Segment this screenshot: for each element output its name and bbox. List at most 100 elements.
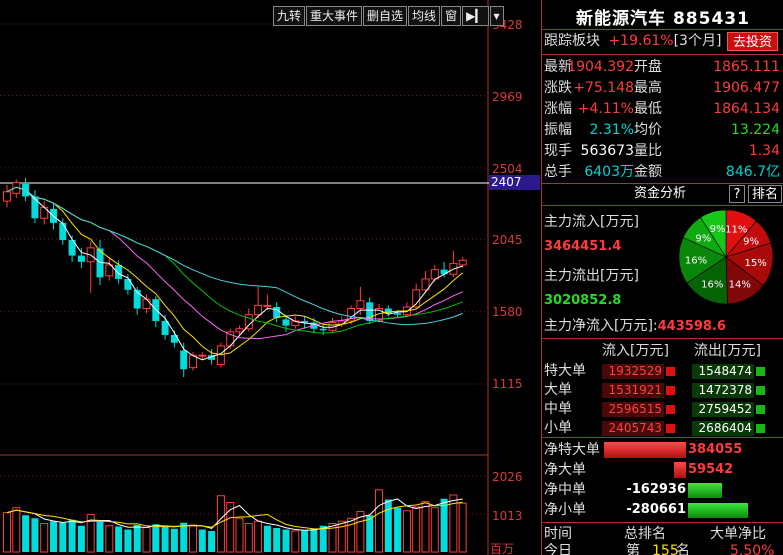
flow-row: 小单 2405743 2686404 (544, 419, 783, 438)
kline-chart[interactable] (0, 0, 540, 555)
track-value: +19.61% (608, 33, 674, 49)
flow-label: 小单 (544, 420, 572, 436)
candle-body (394, 313, 402, 315)
candle-body (254, 304, 263, 316)
flow-out-value: 1472378 (692, 383, 754, 398)
volume-bar (458, 502, 467, 553)
volume-bar (319, 525, 327, 552)
candle-body (235, 328, 244, 333)
current-price-tag: 2407 (489, 175, 540, 190)
net-label: 净中单 (544, 482, 586, 498)
net-bar (604, 442, 686, 458)
dropdown-arrow-icon[interactable]: ▾ (489, 6, 504, 26)
pie-slice-label: 9% (710, 224, 726, 235)
volume-bar (310, 528, 318, 552)
remove-watchlist-button[interactable]: 删自选 (363, 6, 408, 26)
in-square-icon (666, 386, 675, 395)
pie-slice-label: 11% (725, 225, 747, 236)
main-inflow-label: 主力流入[万元] (544, 214, 639, 230)
volume-bar (152, 524, 160, 552)
candle-body (142, 298, 151, 310)
volume-bar (208, 530, 216, 552)
volume-unit: 百万 (490, 542, 515, 555)
expand-panel-icon[interactable]: ▶▎ (462, 6, 489, 26)
quote-label: 最低 (634, 101, 662, 117)
net-bar (688, 483, 722, 498)
in-square-icon (666, 405, 675, 414)
pie-slice-label: 15% (745, 258, 767, 269)
volume-bar (402, 510, 411, 553)
quote-label: 开盘 (634, 59, 662, 75)
rank-time: 今日 (544, 543, 572, 555)
candle-body (40, 206, 49, 219)
main-outflow-value: 3020852.8 (544, 293, 622, 308)
volume-bar (366, 515, 374, 552)
volume-bar (282, 529, 290, 552)
quote-value: +4.11% (577, 101, 634, 117)
flow-in-value: 1932529 (602, 364, 664, 379)
candle-body (282, 319, 290, 326)
kline-chart-area[interactable]: 3428 2969 2504 2045 1580 1115 2407 2026 … (0, 0, 540, 555)
fund-pie-chart: 11%9%15%14%16%16%9%9% (678, 209, 774, 305)
candle-body (356, 300, 365, 310)
big-net-ratio: 5.50% (730, 543, 775, 555)
volume-bar (170, 528, 178, 552)
quote-value: 846.7亿 (725, 164, 780, 180)
flow-label: 中单 (544, 401, 572, 417)
pie-slice-label: 16% (685, 255, 707, 266)
volume-bar (133, 524, 141, 552)
net-value: 59542 (688, 462, 734, 477)
candle-body (263, 304, 272, 307)
flow-label: 大单 (544, 382, 572, 398)
candle-body (115, 264, 123, 279)
price-tick: 2045 (492, 233, 523, 247)
jiuzhuan-button[interactable]: 九转 (273, 6, 306, 26)
in-square-icon (666, 424, 675, 433)
volume-bar (161, 526, 169, 552)
volume-bar (124, 529, 132, 552)
volume-bar (31, 518, 39, 552)
net-label: 净小单 (544, 502, 586, 518)
major-events-button[interactable]: 重大事件 (306, 6, 363, 26)
flow-in-value: 2405743 (602, 421, 664, 436)
flow-row: 大单 1531921 1472378 (544, 381, 783, 400)
volume-bar (198, 529, 206, 552)
flow-row: 特大单 1932529 1548474 (544, 362, 783, 381)
volume-bar (12, 507, 21, 553)
window-button[interactable]: 窗 (441, 6, 462, 26)
out-square-icon (756, 367, 765, 376)
net-row: 净特大单 384055 (544, 440, 783, 460)
net-row: 净小单 -280661 (544, 500, 783, 520)
quote-label: 涨跌 (544, 80, 572, 96)
volume-bar (189, 524, 197, 553)
net-value: -280661 (626, 502, 686, 517)
tab-fund-analysis[interactable]: 资金分析 (634, 184, 686, 204)
candle-body (3, 191, 11, 202)
out-square-icon (756, 424, 765, 433)
time-header: 时间 (544, 526, 572, 542)
quote-row: 涨幅 +4.11% 最低 1864.134 (544, 99, 782, 120)
flow-label: 特大单 (544, 363, 586, 379)
volume-bar (59, 522, 67, 552)
volume-bar (384, 499, 392, 552)
volume-bar (291, 530, 300, 553)
flow-in-value: 2596515 (602, 402, 664, 417)
tab-rank[interactable]: 排名 (748, 185, 783, 203)
candle-body (273, 306, 281, 318)
net-bar (688, 503, 748, 518)
invest-button[interactable]: 去投资 (726, 32, 778, 51)
flow-header: 流入[万元] 流出[万元] (544, 341, 783, 362)
moving-average-button[interactable]: 均线 (408, 6, 441, 26)
volume-bar (301, 530, 309, 552)
quote-value: 1904.392 (567, 59, 634, 75)
volume-bar (235, 517, 244, 553)
main-net-label: 主力净流入[万元]: (544, 318, 658, 334)
volume-bar (40, 522, 49, 553)
main-net-value: 443598.6 (657, 319, 726, 334)
candle-body (440, 269, 448, 275)
volume-bar (412, 506, 421, 553)
help-icon[interactable]: ? (729, 185, 745, 203)
net-row: 净大单 59542 (544, 460, 783, 480)
candle-body (180, 350, 188, 370)
volume-tick: 2026 (492, 470, 523, 484)
